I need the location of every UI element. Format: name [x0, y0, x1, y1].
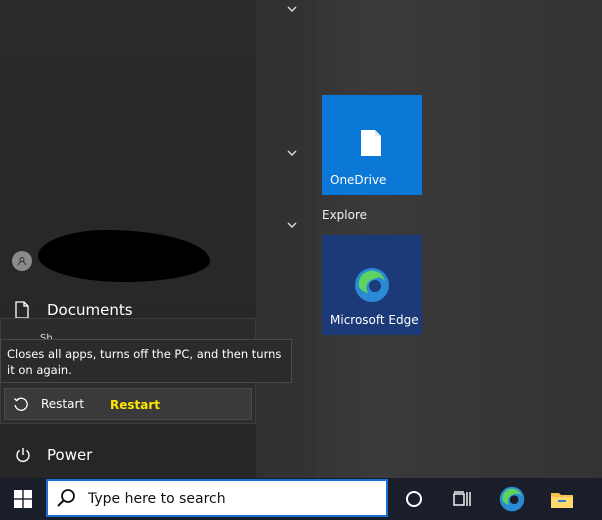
restart-tooltip: Closes all apps, turns off the PC, and t… [0, 339, 292, 383]
file-icon [361, 130, 381, 156]
windows-logo-icon [14, 490, 32, 508]
search-icon [57, 489, 75, 507]
power-button[interactable]: Power [0, 442, 256, 468]
taskbar-file-explorer-button[interactable] [538, 478, 586, 520]
folder-icon [551, 493, 573, 508]
document-icon [15, 301, 29, 319]
edge-logo-icon [499, 486, 525, 512]
tile-group-label[interactable]: Explore [322, 208, 367, 222]
restart-label: Restart [41, 397, 85, 411]
power-label: Power [47, 446, 93, 464]
chevron-down-icon[interactable] [286, 144, 298, 156]
power-icon [16, 448, 30, 462]
taskbar [0, 478, 602, 520]
onedrive-label: OneDrive [330, 173, 387, 187]
taskbar-search-box[interactable] [46, 479, 388, 517]
edge-logo-icon [355, 268, 389, 302]
start-menu-app-list [256, 0, 316, 478]
restart-icon [14, 397, 28, 411]
onedrive-tile[interactable]: OneDrive [322, 95, 422, 195]
search-input[interactable] [86, 487, 380, 511]
task-view-button[interactable] [438, 478, 486, 520]
microsoft-edge-label: Microsoft Edge [330, 313, 419, 327]
cortana-icon [406, 491, 422, 507]
cortana-button[interactable] [390, 478, 438, 520]
restart-annotation: Restart [110, 398, 161, 412]
user-icon[interactable] [12, 251, 32, 271]
taskbar-edge-button[interactable] [488, 478, 536, 520]
chevron-down-icon[interactable] [286, 0, 298, 12]
documents-label: Documents [47, 301, 133, 319]
chevron-down-icon[interactable] [286, 216, 298, 228]
start-button[interactable] [0, 478, 46, 520]
microsoft-edge-tile[interactable]: Microsoft Edge [322, 235, 422, 335]
task-view-icon [453, 491, 471, 506]
